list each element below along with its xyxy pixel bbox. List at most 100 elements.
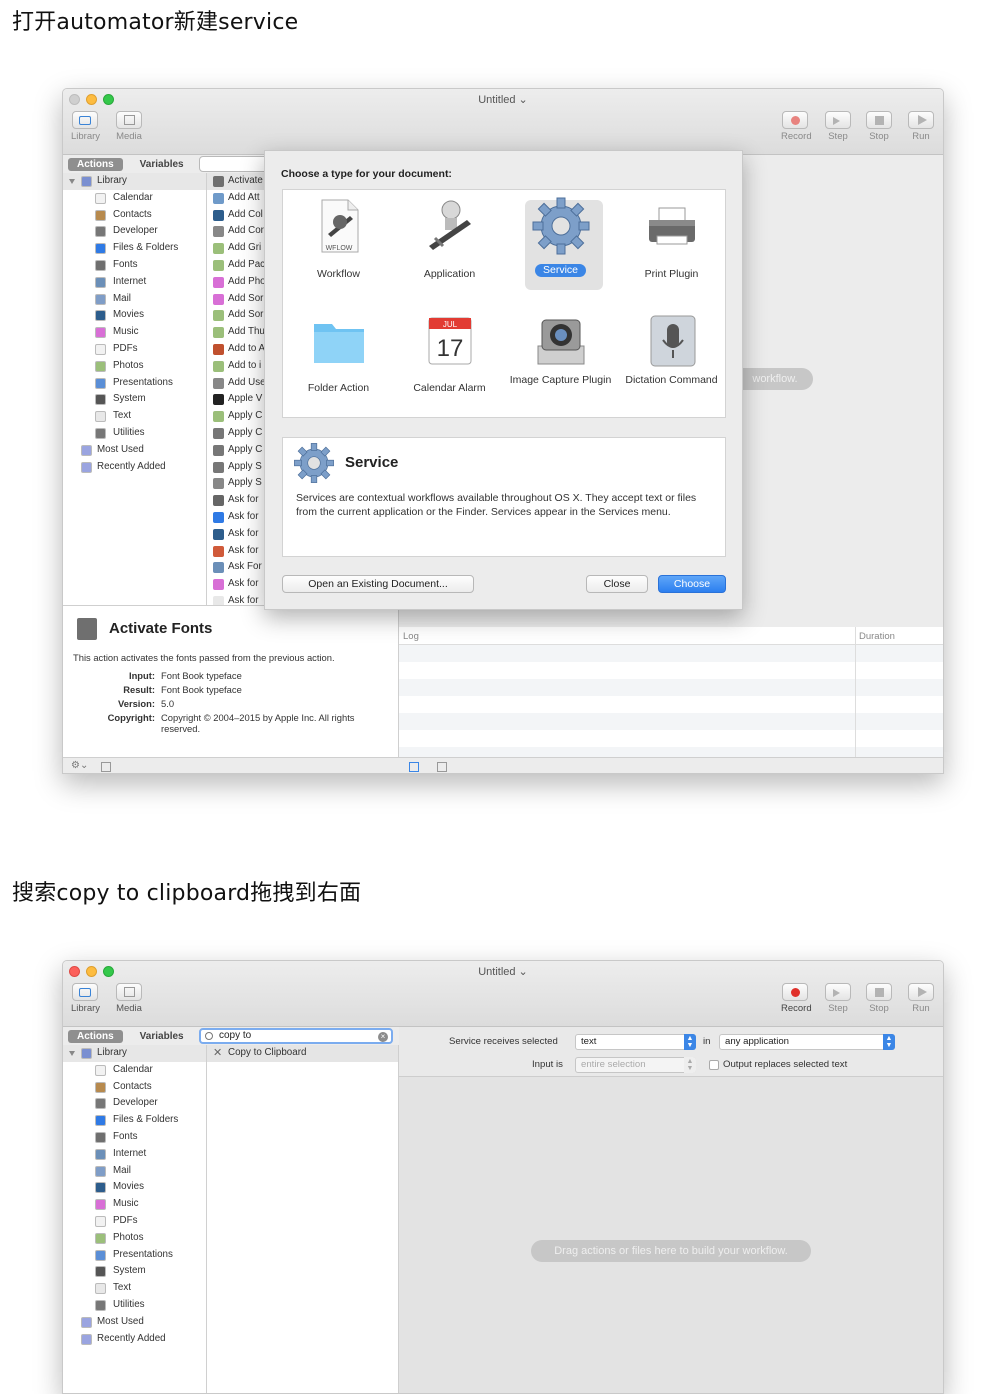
sidebar-item[interactable]: Movies [63, 1179, 206, 1196]
sidebar-item[interactable]: Recently Added [63, 1331, 206, 1348]
type-service[interactable]: Service [505, 196, 616, 290]
music-icon [95, 1199, 106, 1211]
sidebar-item[interactable]: Library [63, 173, 206, 190]
action-label: Ask for [228, 510, 259, 522]
sidebar-item[interactable]: Developer [63, 223, 206, 240]
gear-menu-icon[interactable]: ⚙⌄ [71, 760, 88, 771]
sidebar-item[interactable]: Internet [63, 274, 206, 291]
sidebar-item-label: PDFs [113, 342, 138, 354]
type-print-plugin[interactable]: Print Plugin [616, 196, 727, 281]
files-folders-icon [95, 1115, 106, 1127]
open-existing-document-button[interactable]: Open an Existing Document... [282, 575, 474, 593]
sidebar-item[interactable]: Utilities [63, 1297, 206, 1314]
stepper-icon: ▲ ▼ [883, 1034, 895, 1050]
search-input[interactable]: copy to × [199, 1028, 393, 1044]
sidebar-item[interactable]: Calendar [63, 1062, 206, 1079]
contacts-icon [95, 1081, 106, 1093]
sidebar-item[interactable]: Presentations [63, 375, 206, 392]
sidebar-item[interactable]: Files & Folders [63, 1112, 206, 1129]
sidebar-item[interactable]: PDFs [63, 1213, 206, 1230]
tab-variables[interactable]: Variables [131, 1030, 193, 1043]
sidebar-item[interactable]: Most Used [63, 442, 206, 459]
action-label: Apple V [228, 393, 263, 405]
action-label: Apply S [228, 460, 262, 472]
text-icon [95, 1283, 106, 1295]
sidebar-item[interactable]: Music [63, 324, 206, 341]
stop-button[interactable]: Stop [865, 111, 893, 142]
list-view-icon[interactable] [409, 762, 419, 772]
type-workflow[interactable]: WFLOW Workflow [283, 196, 394, 281]
output-replaces-checkbox[interactable] [709, 1060, 719, 1070]
sidebar-item[interactable]: Most Used [63, 1314, 206, 1331]
action-icon [213, 243, 224, 255]
utilities-icon [95, 427, 106, 439]
action-label: Add Cor [228, 225, 264, 237]
action-label: Apply C [228, 410, 263, 422]
input-is-popup[interactable]: entire selection ▲ ▼ [575, 1057, 696, 1073]
description-toggle-icon[interactable] [101, 762, 111, 772]
type-folder-action[interactable]: Folder Action [283, 310, 394, 395]
sidebar-item[interactable]: Files & Folders [63, 240, 206, 257]
sidebar-item[interactable]: Fonts [63, 257, 206, 274]
media-button[interactable]: Media [115, 983, 143, 1014]
sidebar-item[interactable]: Text [63, 1280, 206, 1297]
sidebar-item[interactable]: Developer [63, 1095, 206, 1112]
clear-search-icon[interactable]: × [378, 1032, 388, 1042]
sidebar-item[interactable]: Movies [63, 307, 206, 324]
sidebar-item[interactable]: Contacts [63, 1079, 206, 1096]
workflow-drop-area[interactable] [399, 1077, 943, 1393]
record-button[interactable]: Record [781, 983, 812, 1014]
step-button[interactable]: Step [824, 983, 852, 1014]
close-button[interactable]: Close [586, 575, 648, 593]
sidebar-item[interactable]: Photos [63, 1230, 206, 1247]
tab-actions[interactable]: Actions [68, 157, 123, 171]
tab-actions[interactable]: Actions [68, 1029, 123, 1043]
run-button[interactable]: Run [907, 111, 935, 142]
result-row: Result: Font Book typeface [123, 684, 242, 695]
sidebar-item-label: Movies [113, 309, 145, 321]
sidebar-item[interactable]: PDFs [63, 341, 206, 358]
sidebar-item[interactable]: System [63, 1263, 206, 1280]
sidebar-item-label: Recently Added [97, 460, 166, 472]
sidebar-item[interactable]: Mail [63, 1163, 206, 1180]
library-toggle-button[interactable]: Library [71, 983, 100, 1014]
sidebar-item[interactable]: Contacts [63, 207, 206, 224]
tab-variables[interactable]: Variables [131, 158, 193, 171]
sidebar-item[interactable]: Internet [63, 1146, 206, 1163]
sidebar-item[interactable]: Fonts [63, 1129, 206, 1146]
type-image-capture-plugin[interactable]: Image Capture Plugin [505, 310, 616, 387]
sidebar-item-label: Utilities [113, 426, 145, 438]
sidebar-item[interactable]: Calendar [63, 190, 206, 207]
action-copy-to-clipboard[interactable]: ✕ Copy to Clipboard [207, 1045, 398, 1062]
type-application[interactable]: Application [394, 196, 505, 281]
fonts-icon [95, 1131, 106, 1143]
sidebar-item[interactable]: Text [63, 408, 206, 425]
sidebar-item[interactable]: Library [63, 1045, 206, 1062]
type-dictation-command[interactable]: Dictation Command [616, 310, 727, 387]
type-calendar-alarm[interactable]: JUL 17 Calendar Alarm [394, 310, 505, 395]
sidebar-item[interactable]: Photos [63, 358, 206, 375]
receives-type-popup[interactable]: text ▲ ▼ [575, 1034, 696, 1050]
action-icon [213, 377, 224, 389]
run-button[interactable]: Run [907, 983, 935, 1014]
sidebar-item[interactable]: Mail [63, 291, 206, 308]
action-label: Add Gri [228, 242, 262, 254]
sidebar-item[interactable]: Recently Added [63, 459, 206, 476]
sidebar-item[interactable]: Presentations [63, 1247, 206, 1264]
flow-view-icon[interactable] [437, 762, 447, 772]
sidebar-item-label: Movies [113, 1181, 145, 1193]
sidebar-item[interactable]: Music [63, 1196, 206, 1213]
stop-button[interactable]: Stop [865, 983, 893, 1014]
disclosure-triangle-icon[interactable] [69, 1051, 75, 1056]
application-popup[interactable]: any application ▲ ▼ [719, 1034, 895, 1050]
library-icon [79, 988, 91, 997]
sidebar-item[interactable]: System [63, 391, 206, 408]
media-button[interactable]: Media [115, 111, 143, 142]
record-button[interactable]: Record [781, 111, 812, 142]
sidebar-item[interactable]: Utilities [63, 425, 206, 442]
utilities-icon: ✕ [213, 1047, 223, 1059]
choose-button[interactable]: Choose [658, 575, 726, 593]
step-button[interactable]: Step [824, 111, 852, 142]
disclosure-triangle-icon[interactable] [69, 179, 75, 184]
library-toggle-button[interactable]: Library [71, 111, 100, 142]
